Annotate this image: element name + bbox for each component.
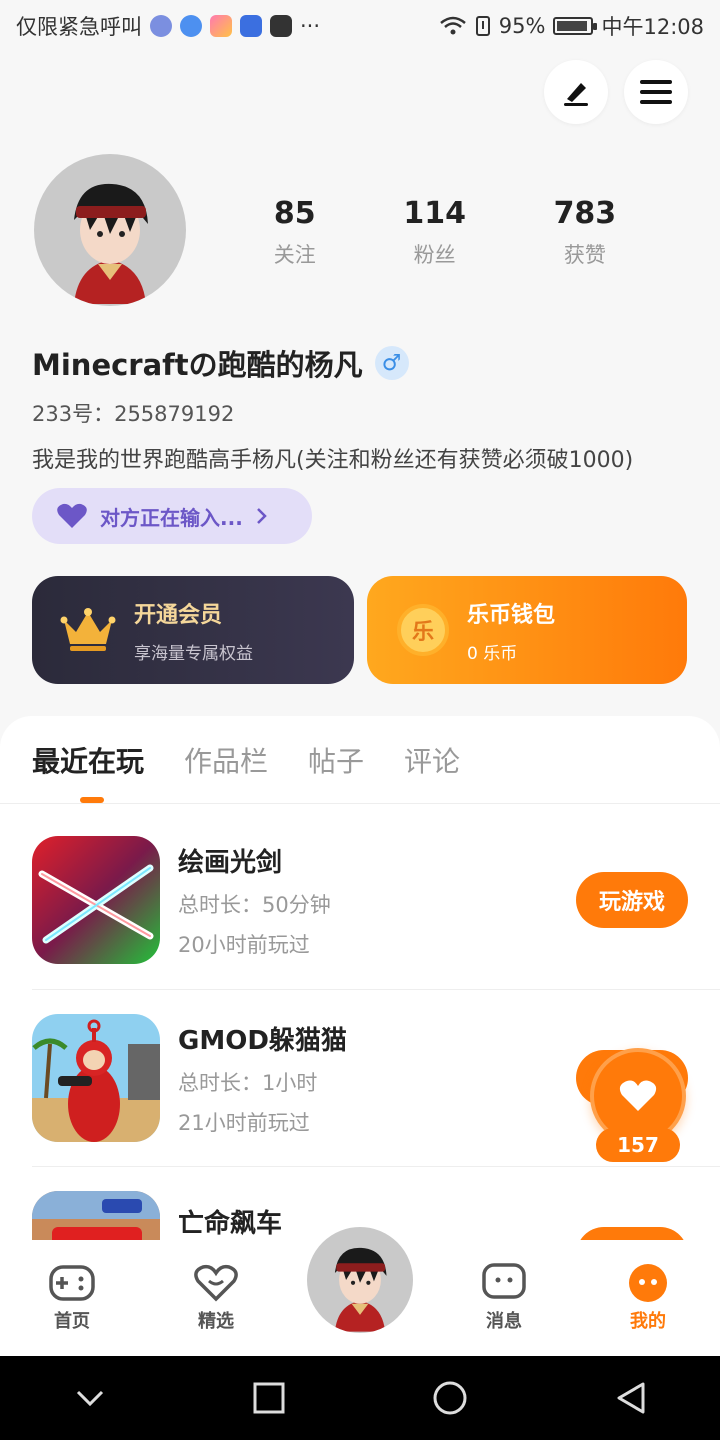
chevron-right-icon [256, 508, 267, 524]
browser-icon [180, 15, 202, 37]
profile-stats: 85 关注 114 粉丝 783 获赞 [230, 196, 660, 269]
game-name: 亡命飙车 [178, 1209, 283, 1239]
carrier-status: 仅限紧急呼叫 [16, 15, 142, 39]
game-thumbnail [32, 836, 160, 964]
game-last-played: 20小时前玩过 [178, 932, 310, 957]
tab-comments[interactable]: 评论 [404, 740, 460, 780]
vip-title: 开通会员 [134, 602, 223, 628]
tab-indicator [80, 797, 104, 803]
profile-avatar[interactable] [34, 154, 186, 306]
sim-icon [475, 16, 490, 36]
back-icon[interactable] [615, 1381, 647, 1415]
username: Minecraftの跑酷的杨凡 [32, 348, 363, 382]
male-icon: ♂ [374, 346, 409, 380]
heart-outline-icon [194, 1264, 238, 1302]
game-name: 绘画光剑 [178, 847, 283, 878]
heart-icon [619, 1080, 657, 1111]
coin-icon: 乐 [397, 604, 449, 656]
nav-featured[interactable]: 精选 [161, 1263, 271, 1333]
game-last-played: 21小时前玩过 [178, 1110, 310, 1135]
game-thumbnail [32, 1014, 160, 1142]
crown-icon [60, 608, 116, 651]
tab-recent[interactable]: 最近在玩 [32, 740, 144, 780]
game-duration: 总时长：1小时 [178, 1070, 318, 1095]
wallet-card[interactable]: 乐 乐币钱包 0 乐币 [367, 576, 687, 684]
huawei-icon [270, 15, 292, 37]
center-avatar-button[interactable] [304, 1224, 416, 1336]
following-count: 85 [273, 196, 316, 231]
nav-home[interactable]: 首页 [17, 1263, 127, 1333]
nav-mine[interactable]: 我的 [593, 1263, 703, 1333]
wallet-title: 乐币钱包 [467, 602, 556, 628]
vip-subtitle: 享海量专属权益 [134, 643, 253, 664]
likes-count: 783 [553, 196, 617, 231]
game-name: GMOD躲猫猫 [178, 1025, 347, 1056]
recents-icon[interactable] [253, 1382, 285, 1414]
menu-icon [640, 80, 672, 104]
typing-status-chip[interactable]: 对方正在输入... [32, 488, 312, 544]
likes-stat[interactable]: 783 获赞 [554, 196, 617, 269]
message-icon [482, 1263, 526, 1299]
followers-label: 粉丝 [413, 243, 456, 267]
following-stat[interactable]: 85 关注 [274, 196, 316, 269]
tab-posts[interactable]: 帖子 [308, 740, 364, 780]
following-label: 关注 [273, 243, 316, 267]
like-count: 157 [596, 1128, 680, 1162]
nav-label: 精选 [198, 1311, 234, 1332]
user-id: 233号：255879192 [32, 402, 235, 426]
game-item[interactable]: GMOD躲猫猫 总时长：1小时 21小时前玩过 玩游戏 [32, 1014, 688, 1142]
followers-count: 114 [403, 196, 466, 231]
edit-profile-button[interactable] [544, 60, 608, 124]
nav-label: 首页 [54, 1311, 90, 1332]
nav-messages[interactable]: 消息 [449, 1263, 559, 1333]
typing-status-text: 对方正在输入... [100, 505, 243, 530]
system-nav-bar [0, 1356, 720, 1440]
vip-card[interactable]: 开通会员 享海量专属权益 [32, 576, 354, 684]
followers-stat[interactable]: 114 粉丝 [403, 196, 466, 269]
wallet-balance: 0 乐币 [467, 643, 518, 664]
more-notifications: ··· [300, 14, 321, 38]
divider [32, 989, 720, 990]
app-icon [210, 15, 232, 37]
tab-bar: 最近在玩 作品栏 帖子 评论 [0, 716, 720, 804]
play-game-button[interactable]: 玩游戏 [576, 872, 688, 928]
menu-button[interactable] [624, 60, 688, 124]
home-circle-icon[interactable] [432, 1380, 468, 1416]
status-bar: 仅限紧急呼叫 ··· 95% 中午12:08 [0, 0, 720, 52]
tab-works[interactable]: 作品栏 [184, 740, 268, 780]
game-item[interactable]: 绘画光剑 总时长：50分钟 20小时前玩过 玩游戏 [32, 836, 688, 964]
pen-icon [564, 83, 588, 106]
bio: 我是我的世界跑酷高手杨凡(关注和粉丝还有获赞必须破1000) [32, 448, 634, 473]
likes-label: 获赞 [563, 243, 606, 267]
heart-icon [57, 503, 87, 528]
battery-icon [553, 17, 598, 35]
divider [32, 1166, 720, 1167]
wifi-icon [439, 16, 466, 35]
gamepad-icon [49, 1265, 95, 1301]
battery-percent: 95% [498, 14, 546, 38]
profile-face-icon [629, 1264, 667, 1302]
nav-label: 消息 [486, 1311, 522, 1332]
clock: 中午12:08 [601, 15, 704, 39]
username-row: Minecraftの跑酷的杨凡 ♂ [32, 342, 409, 384]
game-duration: 总时长：50分钟 [178, 892, 331, 917]
collapse-icon[interactable] [74, 1388, 106, 1408]
nav-label: 我的 [630, 1311, 666, 1332]
music-icon [150, 15, 172, 37]
baidu-icon [240, 15, 262, 37]
